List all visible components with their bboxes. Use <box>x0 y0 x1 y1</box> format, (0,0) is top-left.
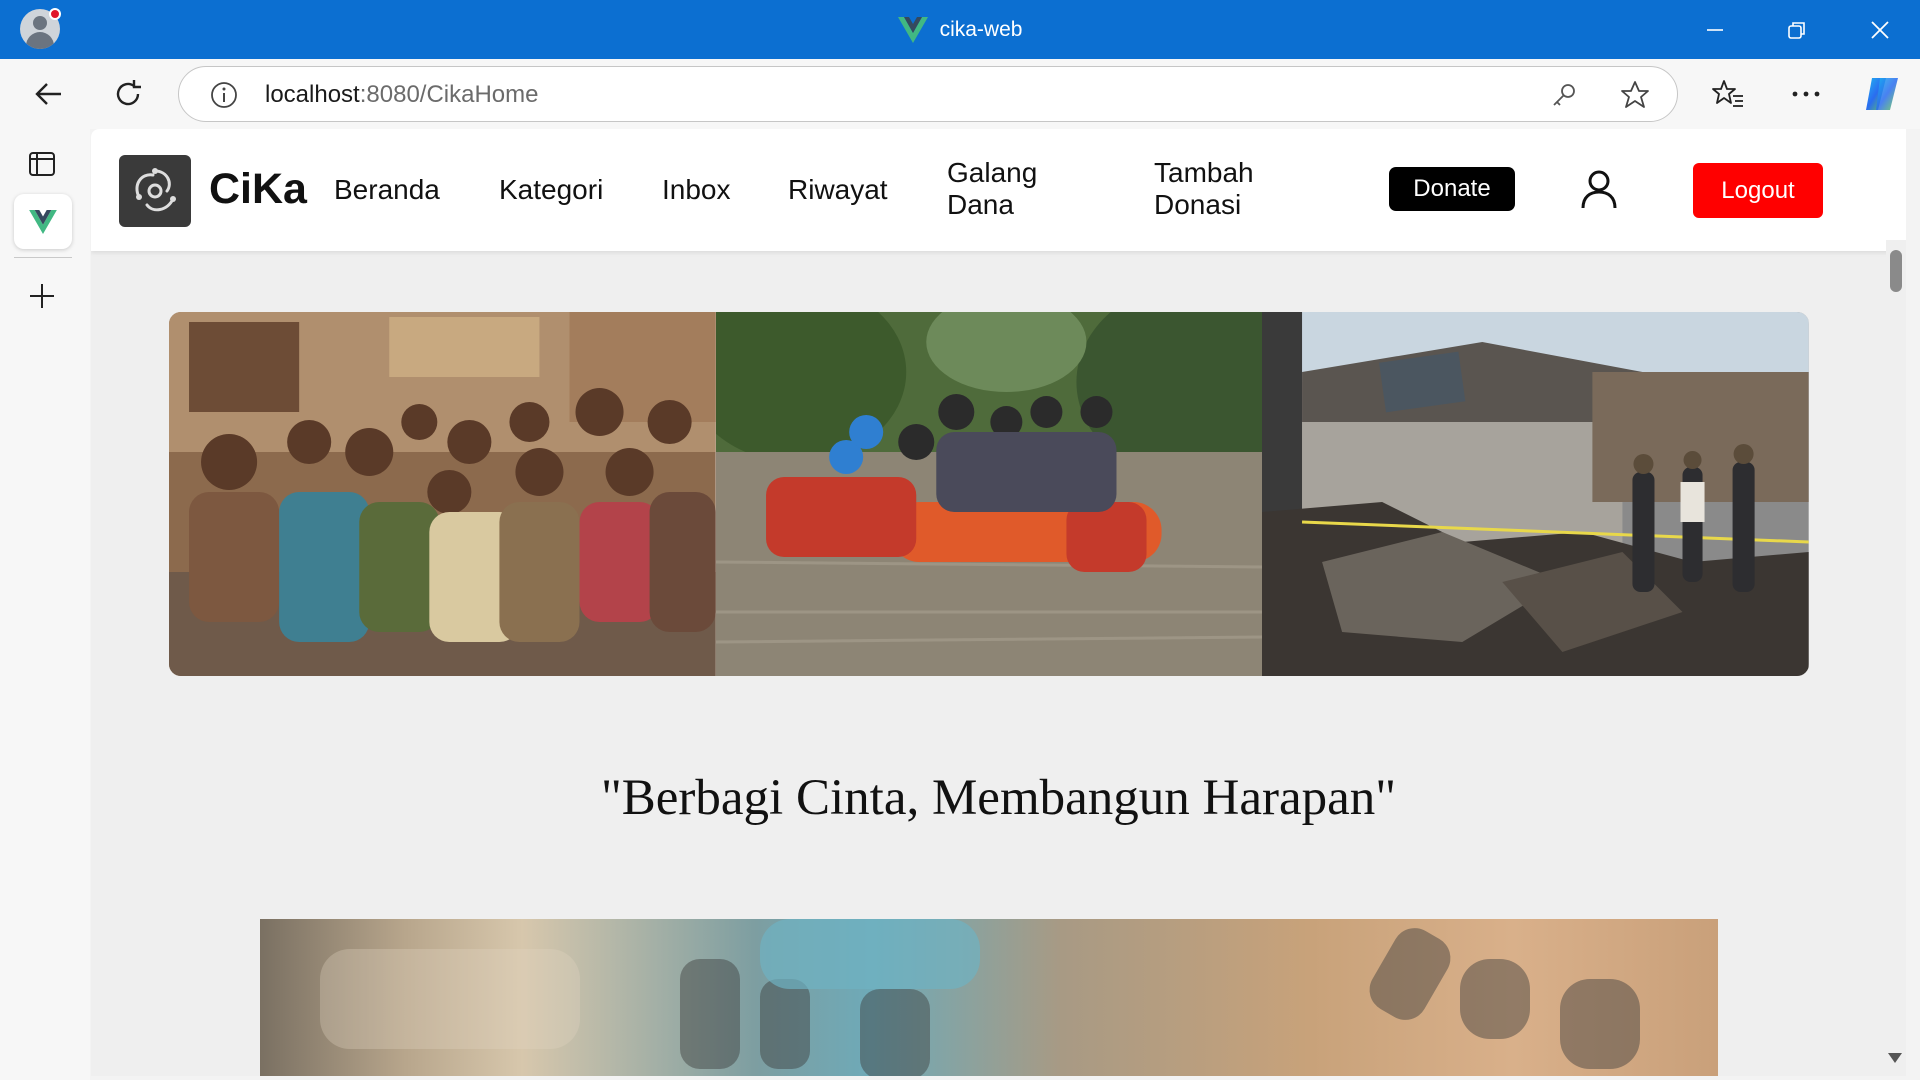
nav-tambah-donasi[interactable]: Tambah Donasi <box>1154 157 1254 221</box>
vue-logo-icon <box>897 16 928 43</box>
fire-ruins-photo <box>1262 312 1809 676</box>
brand-logo-icon[interactable] <box>119 155 191 227</box>
url-text[interactable]: localhost:8080/CikaHome <box>265 81 539 109</box>
refresh-icon[interactable] <box>106 72 150 116</box>
site-navbar: CiKa Beranda Kategori Inbox Riwayat Gala… <box>91 129 1906 251</box>
info-icon[interactable] <box>209 80 239 110</box>
donation-box-photo <box>260 919 1718 1076</box>
close-icon[interactable] <box>1840 0 1920 59</box>
hero-banner <box>169 312 1809 676</box>
more-icon[interactable] <box>1784 72 1828 116</box>
address-bar[interactable]: localhost:8080/CikaHome <box>178 66 1678 122</box>
back-icon[interactable] <box>27 72 71 116</box>
tab-actions-icon[interactable] <box>27 149 57 179</box>
vertical-tab-strip <box>0 129 90 1080</box>
new-tab-icon[interactable] <box>27 281 57 311</box>
favorites-icon[interactable] <box>1706 72 1750 116</box>
copilot-icon[interactable] <box>1860 72 1904 116</box>
nav-inbox[interactable]: Inbox <box>662 174 731 206</box>
title-bar: cika-web <box>0 0 1920 59</box>
nav-riwayat[interactable]: Riwayat <box>788 174 888 206</box>
donate-button[interactable]: Donate <box>1389 167 1515 211</box>
browser-toolbar: localhost:8080/CikaHome <box>0 59 1920 129</box>
minimize-icon[interactable] <box>1675 0 1755 59</box>
brand-name[interactable]: CiKa <box>209 165 307 214</box>
children-sitting-photo <box>169 312 716 676</box>
nav-beranda[interactable]: Beranda <box>334 174 440 206</box>
scroll-thumb[interactable] <box>1890 250 1902 292</box>
page-scrollbar[interactable] <box>1886 240 1906 1065</box>
logout-button[interactable]: Logout <box>1693 163 1823 218</box>
url-path: :8080/CikaHome <box>359 81 539 108</box>
vue-tab-icon[interactable] <box>14 194 72 249</box>
nav-galang-dana[interactable]: Galang Dana <box>947 157 1037 221</box>
nav-kategori[interactable]: Kategori <box>499 174 603 206</box>
restore-icon[interactable] <box>1757 0 1837 59</box>
user-profile-icon[interactable] <box>1579 169 1619 209</box>
window-title-text: cika-web <box>939 17 1023 41</box>
key-icon[interactable] <box>1549 80 1579 110</box>
tagline-heading: "Berbagi Cinta, Membangun Harapan" <box>600 770 1397 826</box>
url-host: localhost <box>265 81 360 108</box>
star-icon[interactable] <box>1619 79 1651 111</box>
page-viewport: CiKa Beranda Kategori Inbox Riwayat Gala… <box>91 129 1906 1076</box>
divider <box>14 257 72 258</box>
flood-rescue-photo <box>715 312 1263 676</box>
window-title: cika-web <box>0 0 1920 59</box>
scroll-down-arrow-icon[interactable] <box>1888 1053 1902 1063</box>
